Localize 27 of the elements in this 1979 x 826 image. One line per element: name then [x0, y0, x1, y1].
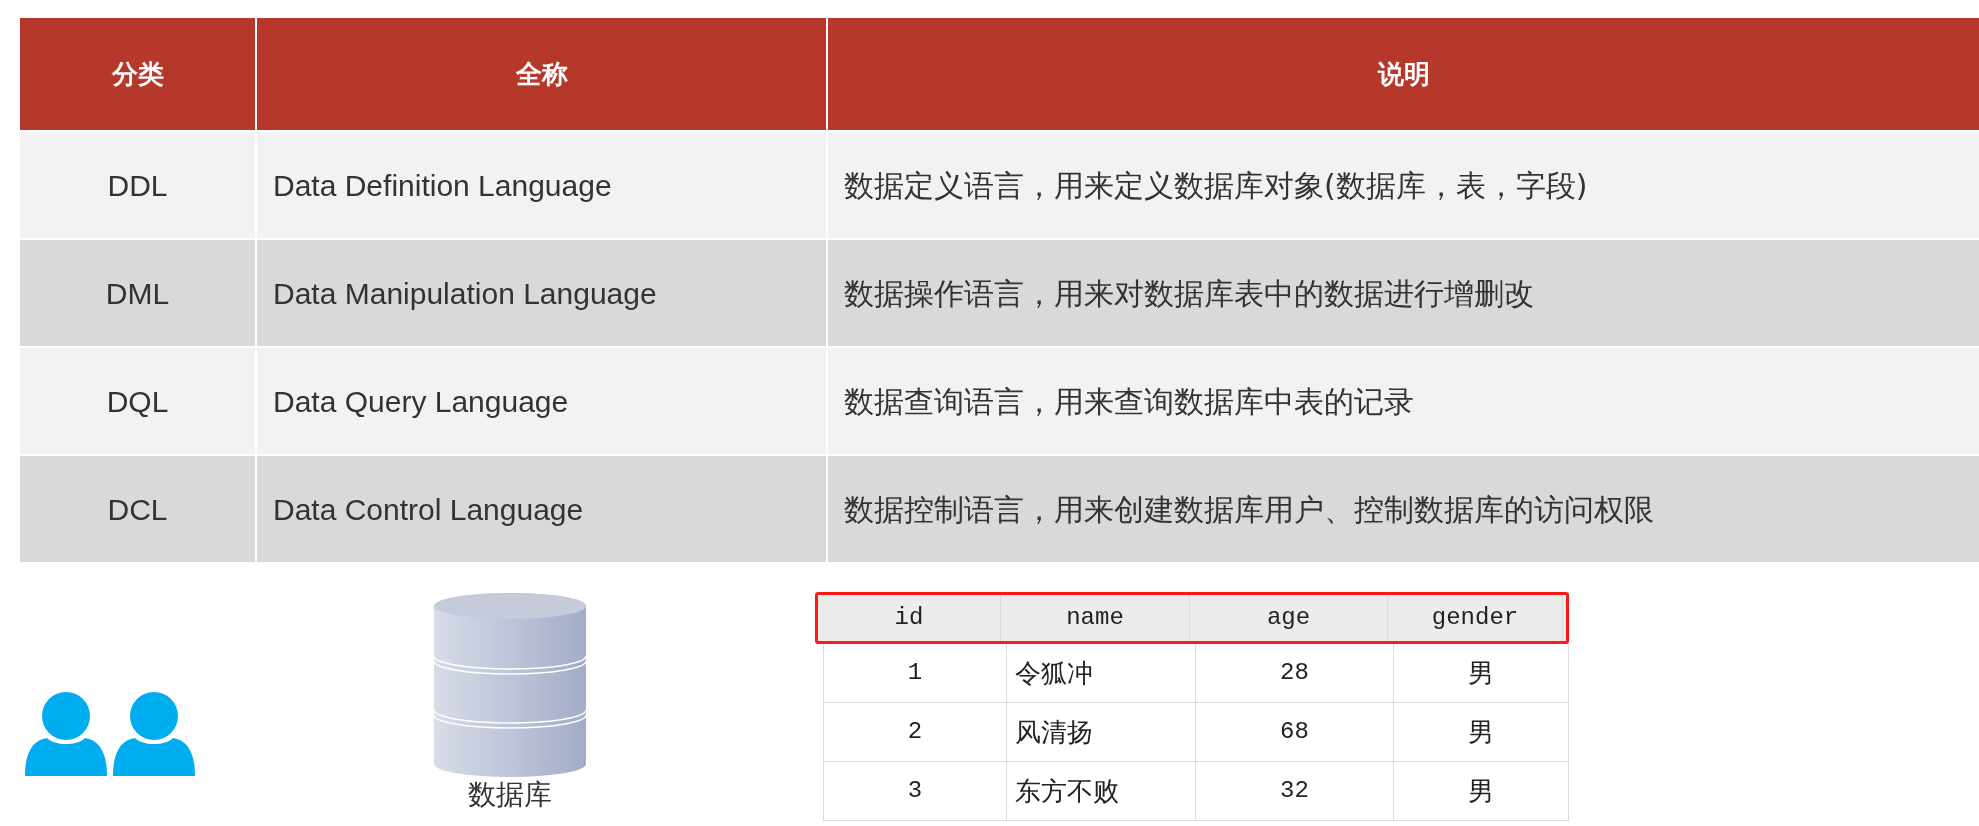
table-cell-text: 数据操作语言，用来对数据库表中的数据进行增删改 [843, 274, 1535, 313]
column-header: name [1001, 595, 1190, 641]
table-cell: 风清扬 [1007, 703, 1196, 761]
table-cell: 2 [824, 703, 1007, 761]
table-cell: 令狐冲 [1007, 644, 1196, 702]
person-icon [113, 692, 195, 776]
table-cell: 68 [1196, 703, 1394, 761]
table-cell-text: 数据控制语言，用来创建数据库用户、控制数据库的访问权限 [843, 490, 1655, 529]
table-cell-text: 数据查询语言，用来查询数据库中表的记录 [843, 382, 1415, 421]
database-icon [433, 592, 587, 778]
column-header: id [818, 595, 1001, 641]
table-cell: 男 [1394, 703, 1569, 761]
column-header: gender [1388, 595, 1563, 641]
table-cell: 28 [1196, 644, 1394, 702]
person-icon [25, 692, 107, 776]
table-cell: 男 [1394, 644, 1569, 702]
table-cell: 东方不败 [1007, 762, 1196, 820]
table-cell: 1 [824, 644, 1007, 702]
table-cell: Data Control Language [257, 456, 828, 562]
table-cell-text: 数据定义语言，用来定义数据库对象(数据库，表，字段) [843, 166, 1589, 205]
table-cell: 32 [1196, 762, 1394, 820]
database-label: 数据库 [468, 780, 552, 810]
column-header: 说明 [1376, 57, 1431, 91]
table-cell: 3 [824, 762, 1007, 820]
table-cell: DCL [20, 456, 257, 562]
table-cell: 男 [1394, 762, 1569, 820]
column-header: age [1190, 595, 1388, 641]
